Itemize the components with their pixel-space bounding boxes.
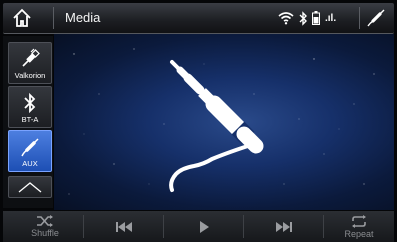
battery-icon [312, 11, 320, 25]
aux-cable-icon [367, 9, 385, 27]
next-track-button[interactable] [245, 211, 323, 242]
home-icon [13, 8, 31, 27]
home-button[interactable] [7, 6, 37, 30]
source-item-aux[interactable]: AUX [8, 130, 52, 172]
divider [83, 215, 84, 238]
media-screen: Media .ıl. Valkorion BT-A AUX Shuffle Re… [0, 0, 397, 242]
playback-controls: Shuffle Repeat [3, 211, 394, 242]
divider [53, 7, 54, 29]
repeat-button[interactable]: Repeat [325, 211, 393, 242]
shuffle-button[interactable]: Shuffle [11, 211, 79, 242]
repeat-icon [352, 214, 366, 228]
divider [243, 215, 244, 238]
shuffle-icon [37, 215, 53, 227]
page-title: Media [65, 10, 101, 25]
media-artwork-area [54, 34, 394, 210]
shuffle-label: Shuffle [31, 228, 59, 238]
signal-status: .ıl. [325, 9, 336, 27]
aux-shortcut-button[interactable] [364, 6, 388, 30]
divider [359, 7, 360, 29]
play-button[interactable] [165, 211, 243, 242]
signal-strength-text: .ıl. [325, 12, 337, 24]
chevron-up-icon [18, 182, 42, 193]
aux-cable-icon [21, 138, 39, 157]
bluetooth-status [298, 9, 308, 27]
source-label: Valkorion [14, 71, 46, 80]
source-item-valkorion[interactable]: Valkorion [8, 42, 52, 84]
aux-jack-icon [169, 60, 264, 192]
bluetooth-icon [299, 10, 307, 26]
source-label: BT-A [21, 115, 39, 124]
wifi-status [278, 9, 294, 27]
battery-status [312, 9, 320, 27]
source-item-bt-a[interactable]: BT-A [8, 86, 52, 128]
divider [163, 215, 164, 238]
play-icon [200, 220, 209, 233]
skip-previous-icon [116, 221, 132, 232]
repeat-label: Repeat [344, 228, 374, 239]
top-bar: Media .ıl. [3, 3, 394, 34]
previous-track-button[interactable] [85, 211, 163, 242]
wifi-icon [278, 12, 294, 25]
divider [323, 215, 324, 238]
source-label: AUX [22, 159, 38, 168]
scroll-up-button[interactable] [8, 176, 52, 198]
source-sidebar: Valkorion BT-A AUX [3, 36, 53, 208]
bluetooth-icon [24, 92, 36, 114]
skip-next-icon [276, 221, 292, 232]
usb-icon [22, 48, 40, 67]
